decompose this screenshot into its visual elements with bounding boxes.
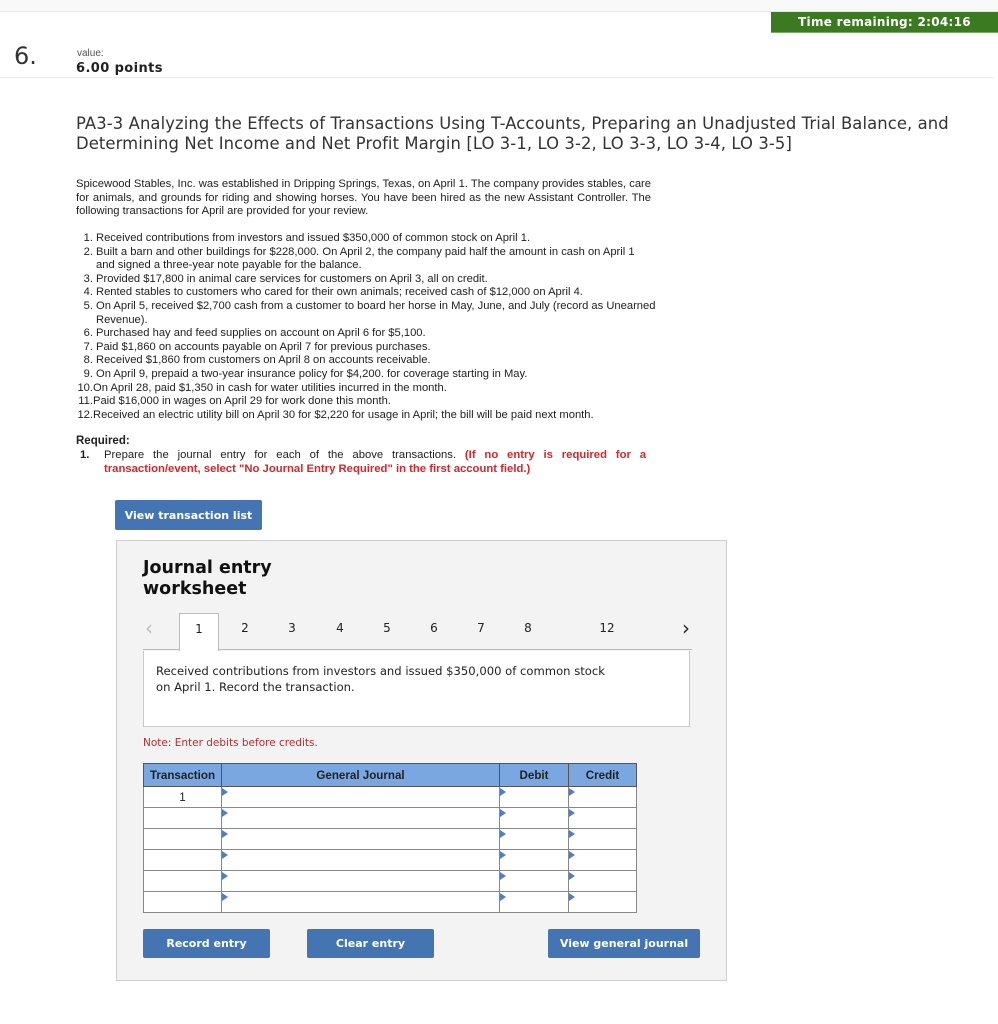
transaction-item: 6. Purchased hay and feed supplies on acc… <box>83 327 426 340</box>
input-marker-icon <box>569 830 575 838</box>
credit-field[interactable] <box>568 891 637 913</box>
transaction-cell <box>143 891 222 913</box>
debit-field[interactable] <box>499 807 569 829</box>
record-entry-button[interactable]: Record entry <box>143 929 270 958</box>
debit-field[interactable] <box>499 870 569 892</box>
input-marker-icon <box>569 872 575 880</box>
tab-3[interactable]: 3 <box>273 613 311 650</box>
transaction-tabs: ‹ 1 2 3 4 5 6 7 8 12 › <box>143 613 693 651</box>
chevron-left-icon[interactable]: ‹ <box>145 618 153 638</box>
transaction-item: 3. Provided $17,800 in animal care servic… <box>83 272 488 285</box>
problem-intro: Spicewood Stables, Inc. was established … <box>76 178 651 218</box>
account-field[interactable] <box>221 786 500 808</box>
required-text: Prepare the journal entry for each of th… <box>104 449 465 461</box>
dropdown-marker-icon <box>222 809 228 817</box>
tab-8[interactable]: 8 <box>509 613 547 650</box>
credit-field[interactable] <box>568 786 637 808</box>
dropdown-marker-icon <box>222 851 228 859</box>
credit-field[interactable] <box>568 828 637 850</box>
top-bar <box>0 0 998 12</box>
transaction-cell <box>143 849 222 871</box>
table-row <box>143 849 637 871</box>
transaction-cell <box>143 828 222 850</box>
input-marker-icon <box>500 788 506 796</box>
transaction-item: 1. Received contributions from investors … <box>83 232 531 244</box>
credit-field[interactable] <box>568 807 637 829</box>
worksheet-title: Journal entry worksheet <box>143 558 272 599</box>
input-marker-icon <box>500 830 506 838</box>
transaction-item: 9. On April 9, prepaid a two-year insuran… <box>83 367 528 380</box>
dropdown-marker-icon <box>222 893 228 901</box>
credit-field[interactable] <box>568 849 637 871</box>
transaction-description: Received contributions from investors an… <box>143 651 690 727</box>
question-points: 6.00 points <box>76 61 163 76</box>
tab-6[interactable]: 6 <box>415 613 453 650</box>
debit-field[interactable] <box>499 891 569 913</box>
header-general-journal: General Journal <box>221 763 500 787</box>
table-row <box>143 828 637 850</box>
value-label: value: <box>77 48 104 59</box>
tab-5[interactable]: 5 <box>368 613 406 650</box>
debits-note: Note: Enter debits before credits. <box>143 737 318 749</box>
chevron-right-icon[interactable]: › <box>682 618 690 638</box>
input-marker-icon <box>569 809 575 817</box>
input-marker-icon <box>500 851 506 859</box>
required-label: Required: <box>76 435 130 447</box>
journal-entry-worksheet: Journal entry worksheet ‹ 1 2 3 4 5 6 7 … <box>116 540 727 981</box>
account-field[interactable] <box>221 828 500 850</box>
tab-7[interactable]: 7 <box>462 613 500 650</box>
view-transaction-list-button[interactable]: View transaction list <box>115 500 262 530</box>
input-marker-icon <box>569 893 575 901</box>
debit-field[interactable] <box>499 849 569 871</box>
input-marker-icon <box>500 872 506 880</box>
account-field[interactable] <box>221 891 500 913</box>
transaction-item: 12. Received an electric utility bill on … <box>77 408 594 421</box>
required-item: 1. Prepare the journal entry for each of… <box>80 449 646 475</box>
account-field[interactable] <box>221 807 500 829</box>
credit-field[interactable] <box>568 870 637 892</box>
transaction-cell: 1 <box>143 786 222 808</box>
transaction-list: 1. Received contributions from investors … <box>76 232 656 422</box>
transaction-cell <box>143 870 222 892</box>
header-transaction: Transaction <box>143 763 222 787</box>
table-row <box>143 807 637 829</box>
transaction-item: 8. Received $1,860 from customers on Apri… <box>83 354 431 367</box>
tab-1[interactable]: 1 <box>179 613 219 651</box>
transaction-item: 5. On April 5, received $2,700 cash from … <box>83 299 656 326</box>
account-field[interactable] <box>221 870 500 892</box>
input-marker-icon <box>569 851 575 859</box>
input-marker-icon <box>569 788 575 796</box>
dropdown-marker-icon <box>222 872 228 880</box>
header-debit: Debit <box>499 763 569 787</box>
account-field[interactable] <box>221 849 500 871</box>
tab-2[interactable]: 2 <box>226 613 264 650</box>
table-row <box>143 891 637 913</box>
transaction-item: 11. Paid $16,000 in wages on April 29 for… <box>78 395 391 408</box>
header-credit: Credit <box>568 763 637 787</box>
debit-field[interactable] <box>499 828 569 850</box>
transaction-item: 7. Paid $1,860 on accounts payable on Apr… <box>83 340 431 353</box>
transaction-item: 2. Built a barn and other buildings for $… <box>83 245 635 272</box>
tab-4[interactable]: 4 <box>321 613 359 650</box>
clear-entry-button[interactable]: Clear entry <box>307 929 434 958</box>
problem-title: PA3-3 Analyzing the Effects of Transacti… <box>76 114 949 153</box>
debit-field[interactable] <box>499 786 569 808</box>
table-row: 1 <box>143 786 637 808</box>
transaction-cell <box>143 807 222 829</box>
transaction-item: 10. On April 28, paid $1,350 in cash for … <box>77 381 447 394</box>
tab-12[interactable]: 12 <box>588 613 626 650</box>
question-divider <box>0 77 993 78</box>
question-number: 6. <box>14 42 37 70</box>
journal-table: Transaction General Journal Debit Credit… <box>143 763 637 913</box>
dropdown-marker-icon <box>222 830 228 838</box>
view-general-journal-button[interactable]: View general journal <box>548 929 700 958</box>
transaction-item: 4. Rented stables to customers who cared … <box>83 286 583 299</box>
input-marker-icon <box>500 893 506 901</box>
time-remaining-badge: Time remaining: 2:04:16 <box>771 12 998 33</box>
dropdown-marker-icon <box>222 788 228 796</box>
table-row <box>143 870 637 892</box>
input-marker-icon <box>500 809 506 817</box>
